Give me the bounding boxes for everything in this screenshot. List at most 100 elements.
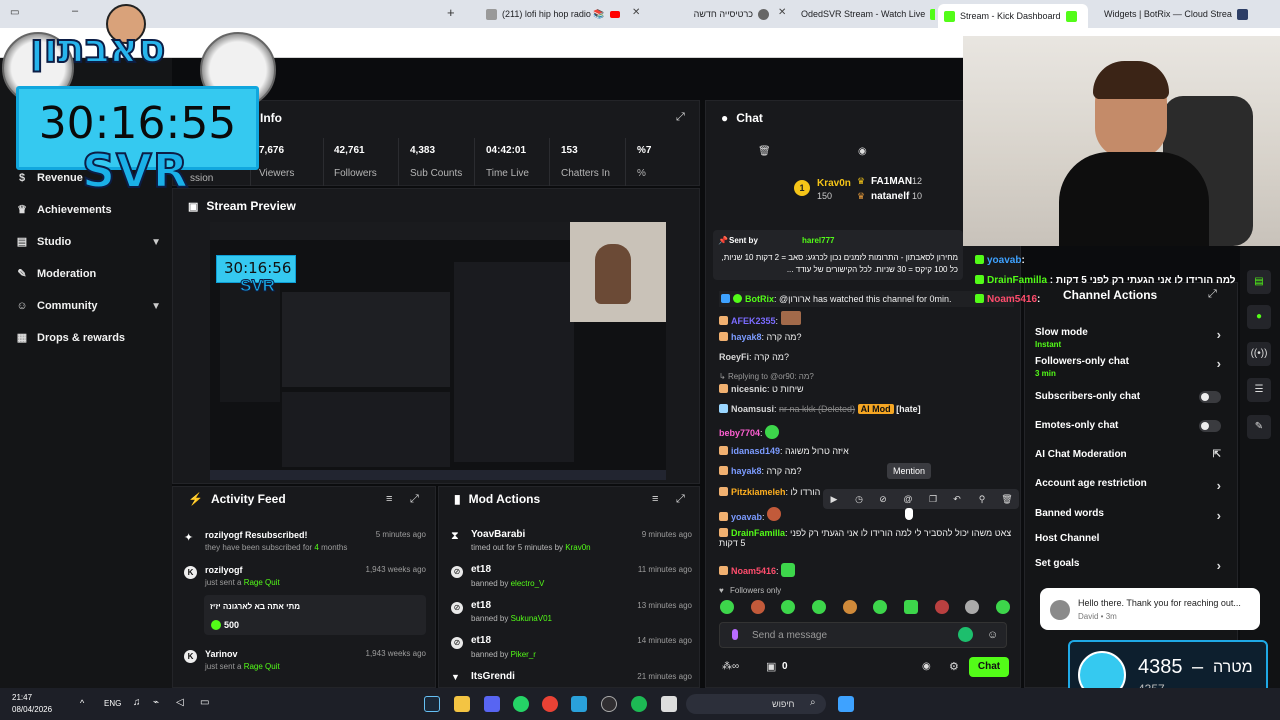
emote-image[interactable] <box>995 600 1010 614</box>
mic-icon[interactable] <box>732 629 738 640</box>
emote-image[interactable] <box>903 600 918 614</box>
telegram-icon[interactable] <box>571 696 587 712</box>
chrome-icon[interactable] <box>542 696 558 712</box>
broadcast-icon[interactable]: ((•)) <box>1247 342 1271 366</box>
botrix-icon[interactable] <box>958 627 973 642</box>
emote-image[interactable] <box>720 600 734 614</box>
obs-icon[interactable] <box>601 696 617 712</box>
sidebar-item-moderation[interactable]: ✎ Moderation <box>16 268 161 280</box>
close-icon[interactable]: ✕ <box>778 7 786 18</box>
emotes-only-toggle[interactable] <box>1199 420 1221 432</box>
chevron-up-icon[interactable]: ^ <box>80 698 84 708</box>
sword-icon <box>719 487 728 496</box>
tab-botrix[interactable]: Widgets | BotRix — Cloud Strea <box>1098 4 1253 24</box>
delete-icon[interactable]: 🗑 <box>998 492 1016 506</box>
gear-icon[interactable]: ⚙ <box>949 660 959 673</box>
emote-image[interactable] <box>842 600 857 614</box>
ai-moderation-setting[interactable]: AI Chat Moderation ⇱ <box>1035 449 1223 460</box>
external-link-icon: ⇱ <box>1212 449 1221 460</box>
tab-odedsvr[interactable]: OdedSVR Stream - Watch Live <box>795 4 935 24</box>
expand-icon[interactable]: ⤢ <box>410 493 419 506</box>
stat-value: 04:42:01 <box>486 145 527 156</box>
window-menu-icon[interactable]: ▭ <box>10 7 19 18</box>
discord-icon[interactable] <box>484 696 500 712</box>
close-icon[interactable]: ✕ <box>632 7 640 18</box>
sidebar-item-label: Moderation <box>37 268 97 280</box>
chat-message: hayak8: מה קרה? <box>719 332 1014 342</box>
emote-image[interactable] <box>781 600 796 614</box>
banned-words-setting[interactable]: Banned words › <box>1035 508 1223 523</box>
chat-settings-icon[interactable]: ◉ <box>922 661 931 672</box>
emote-image[interactable] <box>811 600 826 614</box>
pin-icon[interactable]: ⚲ <box>973 492 991 506</box>
whatsapp-icon[interactable] <box>513 696 529 712</box>
expand-icon[interactable]: ⤢ <box>676 493 685 506</box>
rail-button[interactable]: ▤ <box>1247 270 1271 294</box>
play-icon[interactable]: ▶ <box>825 492 843 506</box>
divider <box>625 138 626 186</box>
folder-icon[interactable] <box>454 696 470 712</box>
chevron-right-icon: › <box>1216 478 1221 493</box>
trash-icon[interactable]: 🗑 <box>758 146 771 157</box>
gift-icon[interactable]: ▣ <box>766 660 776 673</box>
filter-icon[interactable]: ≡ <box>652 493 658 505</box>
copy-icon[interactable]: ❐ <box>924 492 942 506</box>
tab-lofi[interactable]: (211) lofi hip hop radio 📚 <box>480 4 630 24</box>
feed-amount: 500 <box>224 620 240 630</box>
set-goals-setting[interactable]: Set goals › <box>1035 558 1223 573</box>
send-chat-button[interactable]: Chat <box>969 657 1009 677</box>
wrench-icon[interactable]: ✎ <box>1247 415 1271 439</box>
spotify-icon[interactable] <box>631 696 647 712</box>
chevron-down-icon: ▼ <box>451 672 460 682</box>
sidebar-item-community[interactable]: ☺ Community ▼ <box>16 300 161 312</box>
reply-icon[interactable]: ↶ <box>948 492 966 506</box>
account-age-setting[interactable]: Account age restriction › <box>1035 478 1223 493</box>
language-indicator[interactable]: ENG <box>104 699 121 708</box>
emote-image[interactable] <box>750 600 765 614</box>
slow-mode-setting[interactable]: Slow mode Instant › <box>1035 327 1223 349</box>
expand-icon[interactable]: ⤢ <box>1208 288 1217 301</box>
mention-icon[interactable]: @ <box>899 492 917 506</box>
volume-icon[interactable]: ◁ <box>176 697 184 708</box>
chat-icon[interactable]: ◉ <box>858 146 867 157</box>
emote-image[interactable] <box>965 600 980 614</box>
network-icon[interactable]: ⌁ <box>153 697 159 708</box>
windows-start-icon[interactable] <box>838 696 854 712</box>
battery-icon[interactable]: ▭ <box>200 697 209 708</box>
new-tab-button[interactable]: + <box>447 5 455 20</box>
host-channel-setting[interactable]: Host Channel <box>1035 533 1223 544</box>
emotes-only-setting[interactable]: Emotes-only chat <box>1035 420 1223 432</box>
feed-detail-text: just sent a <box>205 578 244 587</box>
minimize-icon[interactable]: – <box>72 5 78 17</box>
steam-icon[interactable] <box>424 696 440 712</box>
filter-icon[interactable]: ≡ <box>386 493 392 505</box>
subscribers-only-toggle[interactable] <box>1199 391 1221 403</box>
support-notification[interactable] <box>1040 588 1260 630</box>
tab-new[interactable]: כרטיסייה חדשה <box>645 4 775 24</box>
ban-icon[interactable]: ⊘ <box>874 492 892 506</box>
taskbar-search[interactable] <box>686 694 826 714</box>
chat-message: beby7704: <box>719 425 1014 439</box>
sidebar-item-achievements[interactable]: ♛ Achievements <box>16 204 161 216</box>
timeout-icon[interactable]: ◷ <box>850 492 868 506</box>
feed-title: rozilyogf Resubscribed! <box>205 530 308 540</box>
sidebar-item-drops[interactable]: ▦ Drops & rewards <box>16 332 161 344</box>
sidebar-item-studio[interactable]: ▤ Studio ▼ <box>16 236 161 248</box>
emote-image[interactable] <box>873 600 888 614</box>
subscribers-only-setting[interactable]: Subscribers-only chat <box>1035 391 1223 403</box>
mic-icon[interactable]: ♫ <box>133 697 141 708</box>
emote-image[interactable] <box>934 600 949 614</box>
sidebar-item-label: Community <box>37 300 98 312</box>
chat-icon[interactable]: ● <box>1247 305 1271 329</box>
followers-only-setting[interactable]: Followers-only chat 3 min › <box>1035 356 1223 378</box>
emoji-icon[interactable]: ☺ <box>987 629 998 641</box>
preview-panel <box>282 392 450 467</box>
hourglass-icon: ⧗ <box>451 530 459 542</box>
stream-preview-video[interactable]: 30:16:56 SVR <box>210 222 666 480</box>
expand-icon[interactable]: ⤢ <box>676 111 685 124</box>
layout-icon[interactable]: ☰ <box>1247 378 1271 402</box>
leader-count: 12 <box>912 176 923 186</box>
tab-kick-dashboard[interactable]: Stream - Kick Dashboard <box>938 4 1088 28</box>
ban-icon: ⊘ <box>451 602 463 614</box>
file-icon[interactable] <box>661 696 677 712</box>
